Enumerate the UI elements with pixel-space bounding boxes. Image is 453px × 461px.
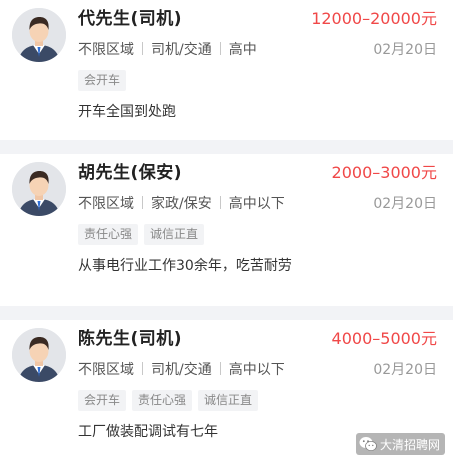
location-label: 不限区域 (78, 42, 134, 58)
post-date: 02月20日 (373, 362, 437, 378)
male-avatar-icon (12, 8, 66, 62)
category-label: 司机/交通 (151, 42, 212, 58)
male-avatar-icon (12, 328, 66, 382)
divider (219, 42, 221, 55)
post-date: 02月20日 (373, 196, 437, 212)
candidate-meta: 不限区域 司机/交通 高中 (78, 40, 257, 60)
education-label: 高中以下 (228, 362, 285, 378)
salary-range: 12000–20000元 (311, 9, 437, 28)
divider (219, 362, 221, 375)
location-label: 不限区域 (78, 362, 134, 378)
avatar (12, 328, 66, 382)
candidate-meta: 不限区域 司机/交通 高中以下 (78, 360, 285, 380)
source-watermark: 大清招聘网 (355, 433, 445, 455)
wechat-icon (359, 437, 377, 451)
watermark-text: 大清招聘网 (379, 437, 440, 452)
skill-tag: 会开车 (78, 70, 127, 91)
candidate-description: 从事电行业工作30余年，吃苦耐劳 (78, 258, 292, 274)
avatar (12, 8, 66, 62)
avatar (12, 162, 66, 216)
skill-tag: 诚信正直 (144, 224, 205, 245)
skill-tag: 诚信正直 (198, 390, 259, 411)
skill-tag: 会开车 (78, 390, 127, 411)
candidate-list: 代先生(司机) 12000–20000元 不限区域 司机/交通 高中 02月20日 … (0, 0, 453, 461)
location-label: 不限区域 (78, 196, 134, 212)
candidate-meta: 不限区域 家政/保安 高中以下 (78, 194, 285, 214)
candidate-card[interactable]: 代先生(司机) 12000–20000元 不限区域 司机/交通 高中 02月20日 … (0, 0, 453, 140)
post-date: 02月20日 (373, 42, 437, 58)
category-label: 家政/保安 (151, 196, 212, 212)
category-label: 司机/交通 (151, 362, 212, 378)
tag-list: 会开车 责任心强 诚信正直 (78, 389, 264, 411)
education-label: 高中以下 (228, 196, 285, 212)
candidate-description: 工厂做装配调试有七年 (78, 424, 218, 440)
divider (142, 196, 143, 209)
divider (142, 42, 143, 55)
salary-range: 2000–3000元 (331, 163, 437, 182)
candidate-name: 胡先生(保安) (78, 163, 183, 183)
candidate-name: 代先生(司机) (78, 9, 183, 29)
education-label: 高中 (228, 42, 257, 58)
salary-range: 4000–5000元 (331, 329, 437, 348)
tag-list: 责任心强 诚信正直 (78, 223, 210, 245)
divider (142, 362, 143, 375)
candidate-card[interactable]: 胡先生(保安) 2000–3000元 不限区域 家政/保安 高中以下 02月20日 … (0, 154, 453, 306)
skill-tag: 责任心强 (132, 390, 193, 411)
candidate-name: 陈先生(司机) (78, 329, 183, 349)
divider (219, 196, 221, 209)
male-avatar-icon (12, 162, 66, 216)
candidate-description: 开车全国到处跑 (78, 104, 176, 120)
skill-tag: 责任心强 (78, 224, 139, 245)
tag-list: 会开车 (78, 69, 132, 91)
